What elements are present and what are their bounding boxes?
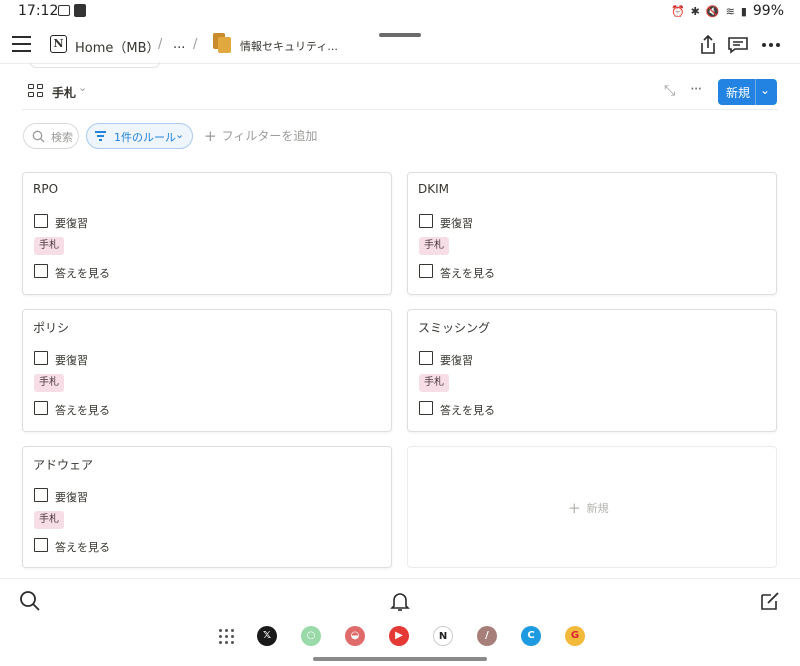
bluetooth-icon: ✱: [690, 4, 700, 18]
chevron-down-icon[interactable]: ⌄: [78, 81, 87, 94]
breadcrumb-ellipsis[interactable]: ...: [173, 37, 185, 52]
page-folder-icon: [213, 33, 231, 53]
tag: 手札: [34, 511, 64, 529]
browser-app-icon[interactable]: G: [565, 626, 585, 646]
share-icon[interactable]: [696, 33, 720, 57]
checkbox-icon[interactable]: [419, 214, 433, 228]
chevron-down-icon[interactable]: ⌄: [760, 83, 770, 97]
card[interactable]: スミッシング 要復習 手札 答えを見る: [407, 309, 777, 432]
add-filter-label: フィルターを追加: [221, 129, 318, 143]
checkbox-label: 要復習: [55, 491, 88, 504]
more-icon[interactable]: [759, 33, 783, 57]
chevron-down-icon: ⌄: [175, 128, 185, 141]
breadcrumb-home[interactable]: Home（MB）: [75, 37, 160, 56]
app-drawer-icon[interactable]: [219, 629, 235, 645]
checkbox-label: 答えを見る: [440, 404, 495, 417]
filter-rule-label: 1件のルール: [114, 131, 176, 144]
new-card-label: + 新規: [568, 499, 609, 517]
x-app-icon[interactable]: 𝕏: [257, 626, 277, 646]
filter-rule-pill[interactable]: 1件のルール ⌄: [86, 123, 193, 149]
tab-edge: [30, 62, 160, 68]
filter-icon: [95, 129, 107, 141]
bottom-bar: [0, 578, 800, 623]
comment-icon[interactable]: [726, 33, 750, 57]
breadcrumb-separator: /: [158, 37, 163, 52]
card-title: ポリシ: [33, 321, 70, 335]
tag: 手札: [34, 374, 64, 392]
hamburger-icon[interactable]: [12, 36, 31, 52]
gallery-view-icon: [28, 84, 44, 98]
gallery-icon: [58, 5, 70, 16]
line-app-icon[interactable]: ○: [301, 626, 321, 646]
checkbox-icon[interactable]: [34, 538, 48, 552]
checkbox-label: 答えを見る: [55, 404, 110, 417]
checkbox-label: 答えを見る: [55, 541, 110, 554]
view-name[interactable]: 手札: [52, 84, 76, 101]
new-button[interactable]: 新規 ⌄: [718, 79, 777, 105]
card[interactable]: DKIM 要復習 手札 答えを見る: [407, 172, 777, 295]
checkbox-icon[interactable]: [34, 264, 48, 278]
home-indicator[interactable]: [313, 657, 487, 661]
status-time: 17:12: [18, 3, 59, 19]
checkbox-icon[interactable]: [34, 488, 48, 502]
card-title: アドウェア: [33, 458, 94, 472]
checkbox-label: 要復習: [55, 217, 88, 230]
battery-percent: 99%: [752, 3, 784, 19]
checkbox-label: 要復習: [440, 354, 473, 367]
checkbox-label: 要復習: [55, 354, 88, 367]
search-icon: [32, 130, 45, 143]
view-bar: 手札 ⌄ ⤡ ··· 新規 ⌄: [22, 70, 778, 110]
breadcrumb-separator: /: [193, 37, 198, 52]
checkbox-icon[interactable]: [34, 351, 48, 365]
new-card-placeholder[interactable]: + 新規: [407, 446, 777, 568]
wifi-icon: ≋: [725, 4, 735, 18]
compose-icon[interactable]: [758, 589, 782, 613]
card-title: DKIM: [418, 182, 450, 196]
checkbox-label: 要復習: [440, 217, 473, 230]
add-filter-button[interactable]: + フィルターを追加: [204, 127, 317, 145]
tag: 手札: [34, 237, 64, 255]
pen-app-icon[interactable]: /: [477, 626, 497, 646]
card[interactable]: アドウェア 要復習 手札 答えを見る: [22, 446, 392, 568]
new-button-label: 新規: [726, 86, 751, 100]
checkbox-icon[interactable]: [419, 401, 433, 415]
youtube-app-icon[interactable]: ▶: [389, 626, 409, 646]
checkbox-label: 答えを見る: [440, 267, 495, 280]
status-bar: 17:12 ⏰ ✱ 🔇 ≋ ▮ 99%: [0, 0, 800, 24]
view-more-icon[interactable]: ···: [690, 80, 702, 98]
app-icon[interactable]: ◒: [345, 626, 365, 646]
checkbox-label: 答えを見る: [55, 267, 110, 280]
checkbox-icon[interactable]: [34, 401, 48, 415]
checkbox-icon[interactable]: [34, 214, 48, 228]
search-pill[interactable]: 検索: [23, 123, 79, 149]
new-card-text: 新規: [586, 502, 609, 515]
breadcrumb-page[interactable]: 情報セキュリティ...: [240, 38, 338, 54]
alarm-icon: ⏰: [670, 4, 685, 18]
card-title: スミッシング: [418, 321, 491, 335]
notion-app-icon[interactable]: N: [433, 626, 453, 646]
device-icon: [74, 4, 86, 17]
bell-icon[interactable]: [388, 589, 412, 613]
notion-logo-icon: N: [50, 35, 67, 53]
tag: 手札: [419, 374, 449, 392]
signal-icon: ▮: [740, 4, 747, 18]
plus-icon: +: [204, 127, 217, 145]
app-dock: 𝕏 ○ ◒ ▶ N / C G: [0, 624, 800, 650]
search-placeholder: 検索: [51, 131, 73, 144]
button-divider: [755, 79, 756, 105]
plus-icon: +: [568, 499, 581, 517]
card[interactable]: ポリシ 要復習 手札 答えを見る: [22, 309, 392, 432]
top-nav: N Home（MB） / ... / 情報セキュリティ...: [0, 26, 800, 64]
checkbox-icon[interactable]: [419, 351, 433, 365]
tag: 手札: [419, 237, 449, 255]
expand-icon[interactable]: ⤡: [664, 83, 675, 99]
status-right: ⏰ ✱ 🔇 ≋ ▮ 99%: [671, 3, 784, 19]
checkbox-icon[interactable]: [419, 264, 433, 278]
card-title: RPO: [33, 182, 59, 196]
card[interactable]: RPO 要復習 手札 答えを見る: [22, 172, 392, 295]
search-icon[interactable]: [18, 589, 42, 613]
c-app-icon[interactable]: C: [521, 626, 541, 646]
mute-icon: 🔇: [705, 4, 720, 18]
